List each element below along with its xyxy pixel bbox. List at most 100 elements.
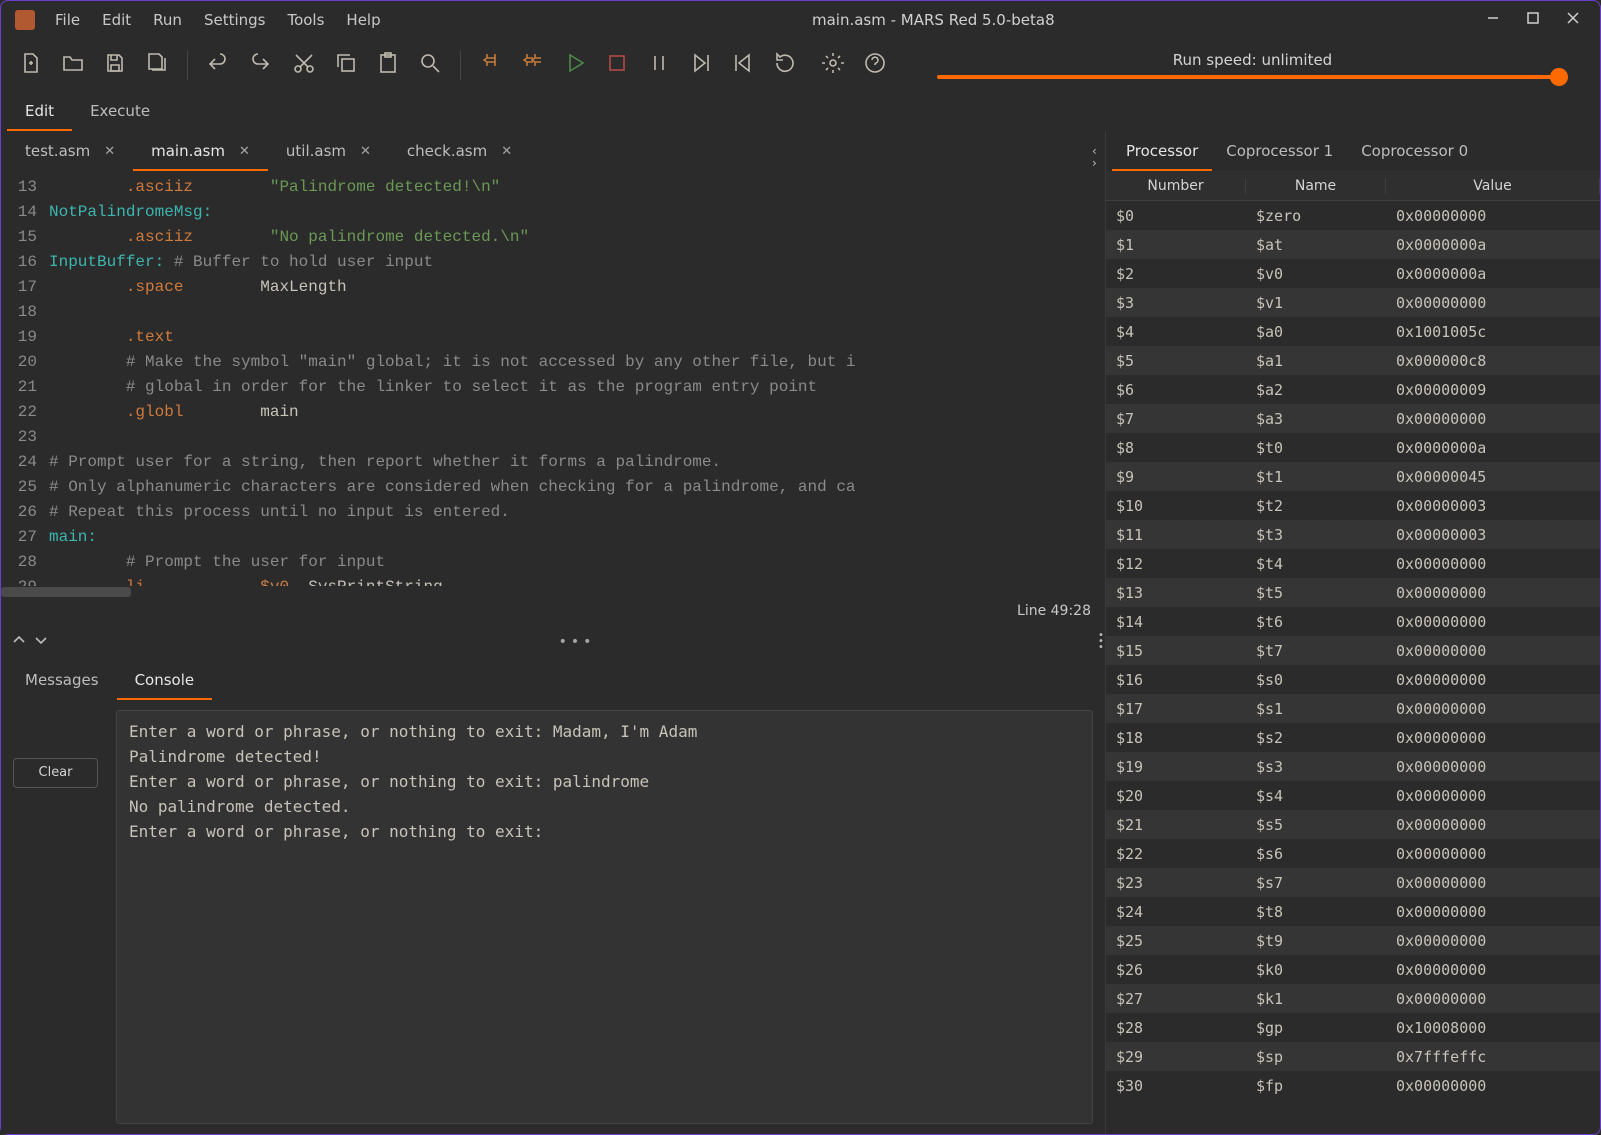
- register-row[interactable]: $0$zero0x00000000: [1106, 201, 1600, 230]
- code-line[interactable]: # Only alphanumeric characters are consi…: [49, 475, 1105, 500]
- run-icon[interactable]: [563, 51, 587, 79]
- reset-icon[interactable]: [773, 51, 797, 79]
- save-all-icon[interactable]: [145, 51, 169, 79]
- code-line[interactable]: # Prompt user for a string, then report …: [49, 450, 1105, 475]
- search-icon[interactable]: [418, 51, 442, 79]
- code-editor[interactable]: 1314151617181920212223242526272829303132…: [1, 171, 1105, 586]
- tab-messages[interactable]: Messages: [7, 659, 117, 700]
- register-row[interactable]: $30$fp0x00000000: [1106, 1071, 1600, 1100]
- step-back-icon[interactable]: [731, 51, 755, 79]
- console-output[interactable]: Enter a word or phrase, or nothing to ex…: [116, 710, 1093, 1125]
- slider-thumb[interactable]: [1550, 68, 1568, 86]
- file-tab[interactable]: test.asm✕: [7, 130, 133, 171]
- register-row[interactable]: $5$a10x000000c8: [1106, 346, 1600, 375]
- minimize-icon[interactable]: [1486, 11, 1500, 29]
- register-row[interactable]: $21$s50x00000000: [1106, 810, 1600, 839]
- code-line[interactable]: # Repeat this process until no input is …: [49, 500, 1105, 525]
- menu-run[interactable]: Run: [153, 11, 182, 29]
- run-speed-slider[interactable]: Run speed: unlimited: [897, 51, 1582, 79]
- register-row[interactable]: $29$sp0x7fffeffc: [1106, 1042, 1600, 1071]
- side-drag-handle-icon[interactable]: •••: [1098, 633, 1104, 651]
- register-row[interactable]: $13$t50x00000000: [1106, 578, 1600, 607]
- close-tab-icon[interactable]: ✕: [360, 144, 371, 159]
- code-line[interactable]: InputBuffer: # Buffer to hold user input: [49, 250, 1105, 275]
- menu-help[interactable]: Help: [346, 11, 380, 29]
- pause-icon[interactable]: [647, 51, 671, 79]
- save-icon[interactable]: [103, 51, 127, 79]
- code-line[interactable]: .asciiz "No palindrome detected.\n": [49, 225, 1105, 250]
- code-line[interactable]: .space MaxLength: [49, 275, 1105, 300]
- menu-file[interactable]: File: [55, 11, 80, 29]
- register-row[interactable]: $27$k10x00000000: [1106, 984, 1600, 1013]
- register-row[interactable]: $17$s10x00000000: [1106, 694, 1600, 723]
- register-row[interactable]: $4$a00x1001005c: [1106, 317, 1600, 346]
- tab-console[interactable]: Console: [117, 659, 213, 700]
- copy-icon[interactable]: [334, 51, 358, 79]
- register-row[interactable]: $18$s20x00000000: [1106, 723, 1600, 752]
- tab-coprocessor1[interactable]: Coprocessor 1: [1212, 130, 1347, 171]
- code-line[interactable]: main:: [49, 525, 1105, 550]
- register-row[interactable]: $11$t30x00000003: [1106, 520, 1600, 549]
- undo-icon[interactable]: [206, 51, 230, 79]
- editor-hscrollbar[interactable]: [1, 586, 1105, 598]
- code-line[interactable]: # Make the symbol "main" global; it is n…: [49, 350, 1105, 375]
- register-row[interactable]: $20$s40x00000000: [1106, 781, 1600, 810]
- register-row[interactable]: $22$s60x00000000: [1106, 839, 1600, 868]
- register-row[interactable]: $14$t60x00000000: [1106, 607, 1600, 636]
- close-icon[interactable]: [1566, 11, 1580, 29]
- close-tab-icon[interactable]: ✕: [501, 144, 512, 159]
- clear-button[interactable]: Clear: [13, 758, 98, 788]
- register-row[interactable]: $9$t10x00000045: [1106, 462, 1600, 491]
- menu-edit[interactable]: Edit: [102, 11, 131, 29]
- register-row[interactable]: $19$s30x00000000: [1106, 752, 1600, 781]
- cut-icon[interactable]: [292, 51, 316, 79]
- settings-icon[interactable]: [821, 51, 845, 79]
- tab-coprocessor0[interactable]: Coprocessor 0: [1347, 130, 1482, 171]
- assemble-icon[interactable]: [479, 51, 503, 79]
- code-line[interactable]: [49, 300, 1105, 325]
- redo-icon[interactable]: [248, 51, 272, 79]
- code-line[interactable]: # Prompt the user for input: [49, 550, 1105, 575]
- step-icon[interactable]: [689, 51, 713, 79]
- tab-execute[interactable]: Execute: [72, 90, 168, 131]
- register-row[interactable]: $1$at0x0000000a: [1106, 230, 1600, 259]
- register-row[interactable]: $28$gp0x10008000: [1106, 1013, 1600, 1042]
- panel-collapse-down-icon[interactable]: [33, 632, 49, 652]
- code-area[interactable]: .asciiz "Palindrome detected!\n"NotPalin…: [45, 171, 1105, 586]
- register-row[interactable]: $16$s00x00000000: [1106, 665, 1600, 694]
- panel-collapse-up-icon[interactable]: [11, 632, 27, 652]
- register-row[interactable]: $7$a30x00000000: [1106, 404, 1600, 433]
- menu-tools[interactable]: Tools: [287, 11, 324, 29]
- drag-handle-icon[interactable]: •••: [59, 634, 1095, 650]
- file-tab[interactable]: main.asm✕: [133, 130, 268, 171]
- open-folder-icon[interactable]: [61, 51, 85, 79]
- stop-icon[interactable]: [605, 51, 629, 79]
- register-row[interactable]: $24$t80x00000000: [1106, 897, 1600, 926]
- code-line[interactable]: [49, 425, 1105, 450]
- register-row[interactable]: $6$a20x00000009: [1106, 375, 1600, 404]
- side-collapse-icon[interactable]: ‹›: [1092, 145, 1097, 169]
- tab-processor[interactable]: Processor: [1112, 130, 1212, 171]
- file-tab[interactable]: check.asm✕: [389, 130, 530, 171]
- register-row[interactable]: $10$t20x00000003: [1106, 491, 1600, 520]
- register-row[interactable]: $12$t40x00000000: [1106, 549, 1600, 578]
- register-row[interactable]: $23$s70x00000000: [1106, 868, 1600, 897]
- code-line[interactable]: NotPalindromeMsg:: [49, 200, 1105, 225]
- register-row[interactable]: $2$v00x0000000a: [1106, 259, 1600, 288]
- code-line[interactable]: .asciiz "Palindrome detected!\n": [49, 175, 1105, 200]
- register-row[interactable]: $15$t70x00000000: [1106, 636, 1600, 665]
- register-row[interactable]: $25$t90x00000000: [1106, 926, 1600, 955]
- close-tab-icon[interactable]: ✕: [239, 144, 250, 159]
- code-line[interactable]: .globl main: [49, 400, 1105, 425]
- paste-icon[interactable]: [376, 51, 400, 79]
- code-line[interactable]: # global in order for the linker to sele…: [49, 375, 1105, 400]
- file-tab[interactable]: util.asm✕: [268, 130, 389, 171]
- register-row[interactable]: $3$v10x00000000: [1106, 288, 1600, 317]
- close-tab-icon[interactable]: ✕: [104, 144, 115, 159]
- menu-settings[interactable]: Settings: [204, 11, 266, 29]
- maximize-icon[interactable]: [1526, 11, 1540, 29]
- tab-edit[interactable]: Edit: [7, 90, 72, 131]
- register-row[interactable]: $8$t00x0000000a: [1106, 433, 1600, 462]
- register-row[interactable]: $26$k00x00000000: [1106, 955, 1600, 984]
- code-line[interactable]: li $v0, SysPrintString: [49, 575, 1105, 586]
